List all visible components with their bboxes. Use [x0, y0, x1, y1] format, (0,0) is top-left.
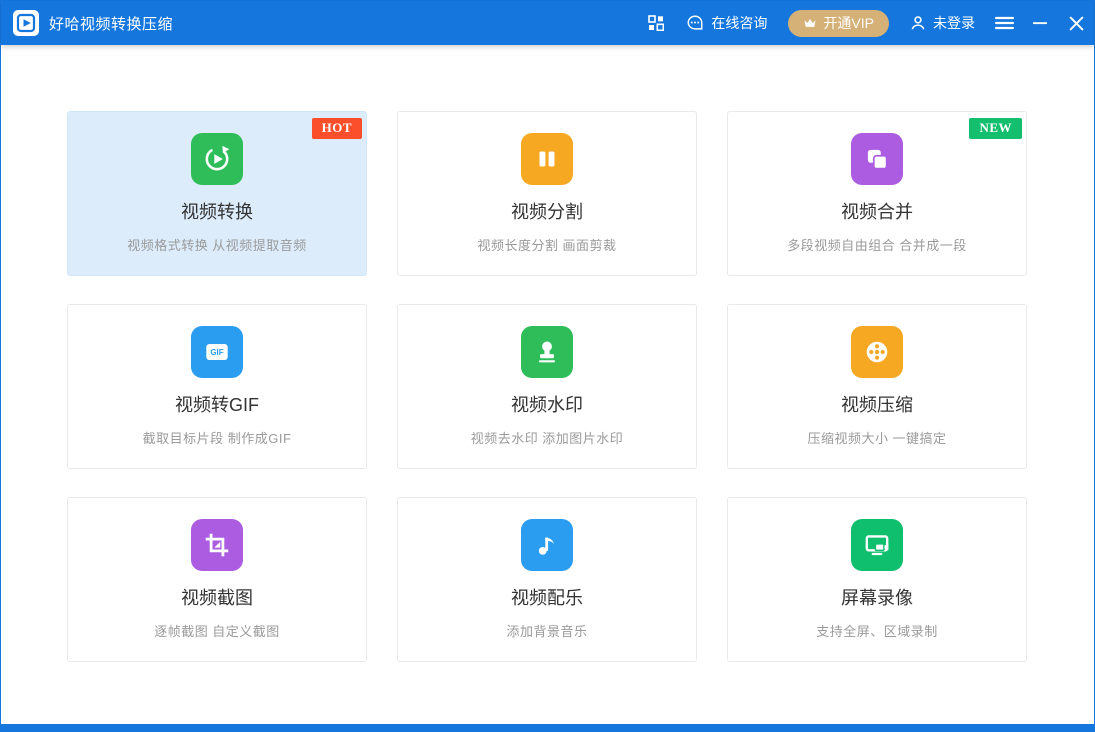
menu-button[interactable] — [986, 1, 1022, 45]
card-subtitle: 视频格式转换 从视频提取音频 — [127, 235, 307, 254]
online-service-button[interactable]: 在线咨询 — [675, 1, 778, 45]
vip-label: 开通VIP — [823, 13, 874, 33]
card-title: 视频转换 — [181, 198, 253, 224]
card-subtitle: 截取目标片段 制作成GIF — [143, 428, 292, 447]
convert-icon — [191, 133, 243, 185]
music-note-icon — [521, 519, 573, 571]
main-content: HOT 视频转换 视频格式转换 从视频提取音频 视频分割 视频长度分割 画面剪裁… — [1, 45, 1094, 662]
vip-crown-icon — [803, 17, 817, 29]
feature-card-video-to-gif[interactable]: GIF 视频转GIF 截取目标片段 制作成GIF — [67, 304, 367, 469]
feature-card-video-merge[interactable]: NEW 视频合并 多段视频自由组合 合并成一段 — [727, 111, 1027, 276]
titlebar-actions: 在线咨询 开通VIP 未登录 — [637, 1, 1094, 45]
feature-card-screen-record[interactable]: 屏幕录像 支持全屏、区域录制 — [727, 497, 1027, 662]
hamburger-icon — [995, 16, 1014, 30]
feature-card-video-music[interactable]: 视频配乐 添加背景音乐 — [397, 497, 697, 662]
card-subtitle: 视频长度分割 画面剪裁 — [477, 235, 616, 254]
screen-record-icon — [851, 519, 903, 571]
close-icon — [1069, 16, 1084, 31]
compress-reel-icon — [851, 326, 903, 378]
watermark-stamp-icon — [521, 326, 573, 378]
hot-badge: HOT — [312, 118, 362, 139]
titlebar: 好哈视频转换压缩 在线咨询 开通VIP 未登录 — [1, 1, 1094, 45]
feature-grid: HOT 视频转换 视频格式转换 从视频提取音频 视频分割 视频长度分割 画面剪裁… — [67, 111, 1094, 662]
feature-card-video-convert[interactable]: HOT 视频转换 视频格式转换 从视频提取音频 — [67, 111, 367, 276]
card-title: 视频分割 — [511, 198, 583, 224]
close-button[interactable] — [1058, 1, 1094, 45]
brand: 好哈视频转换压缩 — [13, 10, 173, 36]
card-title: 视频水印 — [511, 391, 583, 417]
user-icon — [910, 15, 926, 31]
feature-card-video-watermark[interactable]: 视频水印 视频去水印 添加图片水印 — [397, 304, 697, 469]
merge-icon — [851, 133, 903, 185]
card-subtitle: 视频去水印 添加图片水印 — [471, 428, 624, 447]
card-title: 视频截图 — [181, 584, 253, 610]
svg-text:GIF: GIF — [210, 348, 223, 357]
card-title: 视频压缩 — [841, 391, 913, 417]
new-badge: NEW — [969, 118, 1022, 139]
vip-button[interactable]: 开通VIP — [788, 10, 889, 37]
card-title: 视频配乐 — [511, 584, 583, 610]
feature-card-video-compress[interactable]: 视频压缩 压缩视频大小 一键搞定 — [727, 304, 1027, 469]
screenshot-crop-icon — [191, 519, 243, 571]
chat-icon — [686, 14, 704, 32]
card-subtitle: 多段视频自由组合 合并成一段 — [787, 235, 967, 254]
minimize-button[interactable] — [1022, 1, 1058, 45]
qr-grid-button[interactable] — [637, 1, 675, 45]
feature-card-video-split[interactable]: 视频分割 视频长度分割 画面剪裁 — [397, 111, 697, 276]
feature-card-video-screenshot[interactable]: 视频截图 逐帧截图 自定义截图 — [67, 497, 367, 662]
online-service-label: 在线咨询 — [711, 13, 767, 33]
minimize-icon — [1033, 16, 1047, 30]
card-subtitle: 支持全屏、区域录制 — [816, 621, 938, 640]
app-logo-icon — [13, 10, 39, 36]
card-title: 视频合并 — [841, 198, 913, 224]
qr-grid-icon — [648, 15, 664, 31]
login-label: 未登录 — [933, 13, 975, 33]
card-subtitle: 压缩视频大小 一键搞定 — [807, 428, 946, 447]
split-icon — [521, 133, 573, 185]
gif-icon: GIF — [191, 326, 243, 378]
card-subtitle: 逐帧截图 自定义截图 — [154, 621, 280, 640]
bottom-accent-bar — [1, 724, 1094, 731]
card-title: 视频转GIF — [175, 391, 259, 417]
card-subtitle: 添加背景音乐 — [506, 621, 587, 640]
app-title: 好哈视频转换压缩 — [49, 13, 173, 34]
login-button[interactable]: 未登录 — [899, 1, 986, 45]
card-title: 屏幕录像 — [841, 584, 913, 610]
